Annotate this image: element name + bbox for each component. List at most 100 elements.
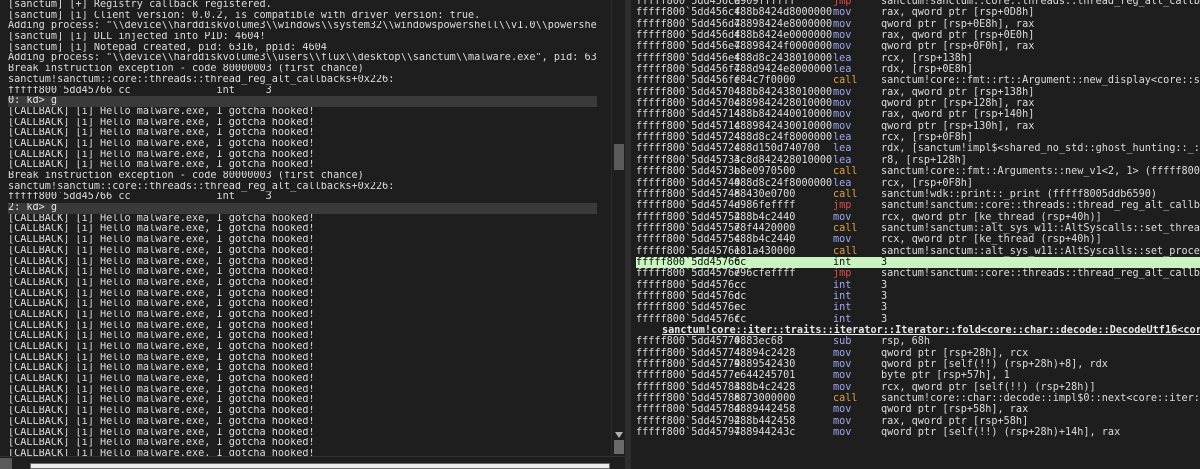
mnemonic: jmp [833, 268, 852, 280]
disassembly-window[interactable]: fffff800`5dd456ca e909ffffff jmp sanctum!sa… [631, 0, 1200, 469]
output-line: sanctum!sanctum::core::threads::thread_r… [8, 181, 395, 192]
address: fffff800`5dd45766 [636, 256, 741, 268]
operands: sanctum!core::fmt::Arguments::new_v1<2, … [881, 166, 1200, 178]
opcode-bytes: 488944243c [734, 427, 796, 439]
operands: sanctum!core::char::decode::impl$0::next… [881, 393, 1200, 405]
opcode-bytes: e81a430000 [734, 245, 796, 257]
instruction-line[interactable]: fffff800`5dd45783 488b4c2428 mov rcx, qword… [636, 382, 1200, 393]
instruction-line[interactable]: fffff800`5dd45704 488b842438010000 mov rax,… [636, 87, 1200, 98]
opcode-bytes: 4889842428010000 [734, 98, 833, 110]
operands: rsp, 68h [881, 336, 931, 348]
instruction-line[interactable]: fffff800`5dd456df 488b8424e0000000 mov rax,… [636, 30, 1200, 41]
mnemonic: mov [833, 427, 852, 439]
instruction-line[interactable]: fffff800`5dd4578d 4889442458 mov qword ptr … [636, 404, 1200, 415]
command-window[interactable]: [sanctum] [+] Registry callback register… [0, 0, 611, 469]
instruction-line[interactable]: fffff800`5dd45788 e873000000 call sanctum!c… [636, 393, 1200, 404]
output-line: [CALLBACK] [i] Hello malware.exe, I gotc… [8, 277, 315, 288]
address: fffff800`5dd456f7 [636, 64, 741, 76]
instruction-line[interactable]: fffff800`5dd45748 e8430e0700 call sanctum!w… [636, 189, 1200, 200]
mnemonic: mov [833, 98, 852, 110]
function-label[interactable]: sanctum!core::iter::traits::iterator::It… [636, 325, 1200, 336]
address: fffff800`5dd45770 [636, 336, 741, 348]
instruction-line[interactable]: fffff800`5dd45770 4883ec68 sub rsp, 68h [636, 336, 1200, 347]
address: fffff800`5dd45757 [636, 222, 741, 234]
instruction-line[interactable]: fffff800`5dd45779 4889542430 mov qword ptr … [636, 359, 1200, 370]
output-line: [CALLBACK] [i] Hello malware.exe, I gotc… [8, 128, 315, 139]
operands: rcx, qword ptr [self(!!) (rsp+28h)] [881, 381, 1096, 393]
instruction-line[interactable]: fffff800`5dd45740 488d8c24f8000000 lea rcx,… [636, 178, 1200, 189]
instruction-line[interactable]: fffff800`5dd45792 488b442458 mov rax, qword… [636, 416, 1200, 427]
scroll-thumb[interactable] [614, 144, 624, 170]
opcode-bytes: 4889542430 [734, 359, 796, 370]
opcode-bytes: 488b8424d8000000 [734, 7, 833, 19]
instruction-line[interactable]: fffff800`5dd4576d cc int 3 [636, 291, 1200, 302]
address: fffff800`5dd45740 [636, 177, 741, 189]
address: fffff800`5dd4572c [636, 143, 741, 155]
output-line: [CALLBACK] [i] Hello malware.exe, I gotc… [8, 309, 315, 320]
instruction-line[interactable]: fffff800`5dd4573b e8e0970500 call sanctum!c… [636, 166, 1200, 177]
opcode-bytes: 488d8c2438010000 [734, 52, 833, 64]
instruction-line[interactable]: fffff800`5dd45724 488d8c24f8000000 lea rcx,… [636, 132, 1200, 143]
scroll-down-icon[interactable] [615, 432, 623, 438]
instruction-line[interactable]: fffff800`5dd456ff e84c7f0000 call sanctum!c… [636, 75, 1200, 86]
instruction-line[interactable]: fffff800`5dd45774 48894c2428 mov qword ptr … [636, 348, 1200, 359]
instruction-line[interactable]: fffff800`5dd4570c 4889842428010000 mov qwor… [636, 98, 1200, 109]
instruction-line[interactable]: fffff800`5dd4576f cc int 3 [636, 314, 1200, 325]
instruction-line[interactable]: fffff800`5dd45752 488b4c2440 mov rcx, qword… [636, 212, 1200, 223]
horizontal-scroll-thumb[interactable] [0, 458, 12, 469]
output-line: Adding process: "\\device\\harddiskvolum… [8, 53, 597, 64]
mnemonic: jmp [833, 200, 852, 212]
output-line: [CALLBACK] [i] Hello malware.exe, I gotc… [8, 224, 315, 235]
function-name[interactable]: sanctum!core::iter::traits::iterator::It… [662, 325, 1200, 336]
output-line: [CALLBACK] [i] Hello malware.exe, I gotc… [8, 331, 315, 342]
instruction-line[interactable]: fffff800`5dd45761 e81a430000 call sanctum!s… [636, 246, 1200, 257]
instruction-line[interactable]: fffff800`5dd4577e c644245701 mov byte ptr [… [636, 370, 1200, 381]
mnemonic: int [833, 313, 852, 325]
opcode-bytes: 488b4c2428 [734, 381, 796, 393]
address: fffff800`5dd45767 [636, 268, 741, 280]
instruction-line[interactable]: fffff800`5dd45757 e8f4420000 call sanctum!s… [636, 223, 1200, 234]
instruction-line[interactable]: fffff800`5dd456d7 48898424e8000000 mov qwor… [636, 19, 1200, 30]
mnemonic: call [833, 75, 858, 87]
opcode-bytes: e96cfeffff [734, 268, 796, 280]
opcode-bytes: cc [734, 279, 747, 291]
instruction-line[interactable]: fffff800`5dd45797 488944243c mov qword ptr … [636, 427, 1200, 438]
instruction-line[interactable]: fffff800`5dd4571c 4889842430010000 mov qwor… [636, 121, 1200, 132]
command-input[interactable] [30, 463, 610, 469]
instruction-line[interactable]: fffff800`5dd456cf 488b8424d8000000 mov rax,… [636, 7, 1200, 18]
operands: qword ptr [rsp+128h], rax [881, 98, 1035, 110]
output-line: [CALLBACK] [i] Hello malware.exe, I gotc… [8, 138, 315, 149]
operands: sanctum!sanctum::alt_sys_w11::AltSyscall… [881, 222, 1200, 234]
instruction-line[interactable]: fffff800`5dd4576c cc int 3 [636, 280, 1200, 291]
output-line: [CALLBACK] [i] Hello malware.exe, I gotc… [8, 267, 315, 278]
instruction-line[interactable]: fffff800`5dd4575c 488b4c2440 mov rcx, qword… [636, 234, 1200, 245]
operands: 3 [881, 302, 888, 314]
instruction-line[interactable]: fffff800`5dd45714 488b842440010000 mov rax,… [636, 109, 1200, 120]
instruction-line[interactable]: fffff800`5dd4576e cc int 3 [636, 302, 1200, 313]
mnemonic: mov [833, 30, 852, 42]
instruction-line[interactable]: fffff800`5dd45767 e96cfeffff jmp sanctum!sa… [636, 268, 1200, 279]
operands: rax, qword ptr [rsp+140h] [881, 109, 1035, 121]
scroll-thumb-bottom[interactable] [614, 440, 624, 454]
mnemonic: mov [833, 86, 852, 98]
operands: qword ptr [self(!!) (rsp+28h)+14h], rax [881, 427, 1121, 439]
output-line: [CALLBACK] [i] Hello malware.exe, I gotc… [8, 374, 315, 385]
instruction-line[interactable]: fffff800`5dd456e7 48898424f0000000 mov qwor… [636, 41, 1200, 52]
opcode-bytes: cc [734, 302, 747, 314]
output-line: [CALLBACK] [i] Hello malware.exe, I gotc… [8, 427, 315, 438]
instruction-line[interactable]: fffff800`5dd4574d e986feffff jmp sanctum!sa… [636, 200, 1200, 211]
instruction-line[interactable]: fffff800`5dd456f7 488d9424e8000000 lea rdx,… [636, 64, 1200, 75]
mnemonic: int [833, 279, 852, 291]
opcode-bytes: e8e0970500 [734, 166, 796, 178]
address: fffff800`5dd4576c [636, 279, 741, 291]
output-line: fffff800`5dd45766 cc int 3 [8, 85, 272, 96]
operands: sanctum!core::fmt::rt::Argument::new_dis… [881, 75, 1200, 87]
instruction-line[interactable]: fffff800`5dd4572c 488d150d740700 lea rdx, [… [636, 143, 1200, 154]
instruction-line[interactable]: fffff800`5dd45733 4c8d842428010000 lea r8, … [636, 155, 1200, 166]
opcode-bytes: e909ffffff [734, 0, 796, 7]
address: fffff800`5dd45714 [636, 109, 741, 121]
output-line: Break instruction exception - code 80000… [8, 64, 364, 75]
current-instruction-line[interactable]: fffff800`5dd45766 cc int 3 [636, 256, 1200, 269]
command-vertical-scrollbar[interactable] [611, 0, 625, 456]
instruction-line[interactable]: fffff800`5dd456ef 488d8c2438010000 lea rcx,… [636, 53, 1200, 64]
